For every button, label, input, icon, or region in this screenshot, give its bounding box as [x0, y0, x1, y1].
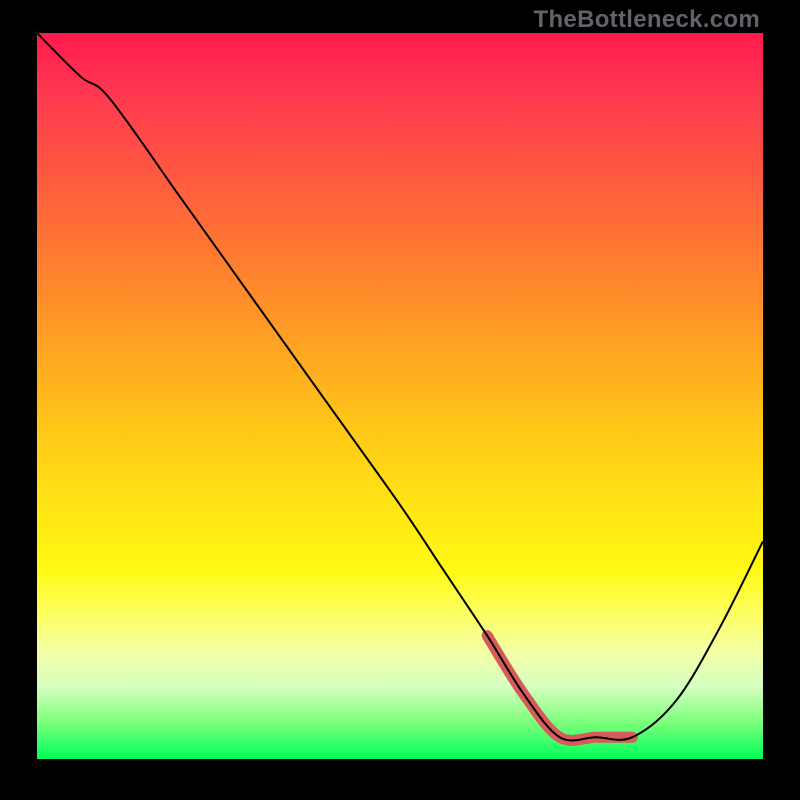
- bottleneck-curve: [37, 33, 763, 740]
- chart-svg: [37, 33, 763, 759]
- chart-frame: TheBottleneck.com: [0, 0, 800, 800]
- watermark-text: TheBottleneck.com: [534, 6, 760, 34]
- accent-segment: [487, 636, 632, 741]
- chart-plot-area: [37, 33, 763, 759]
